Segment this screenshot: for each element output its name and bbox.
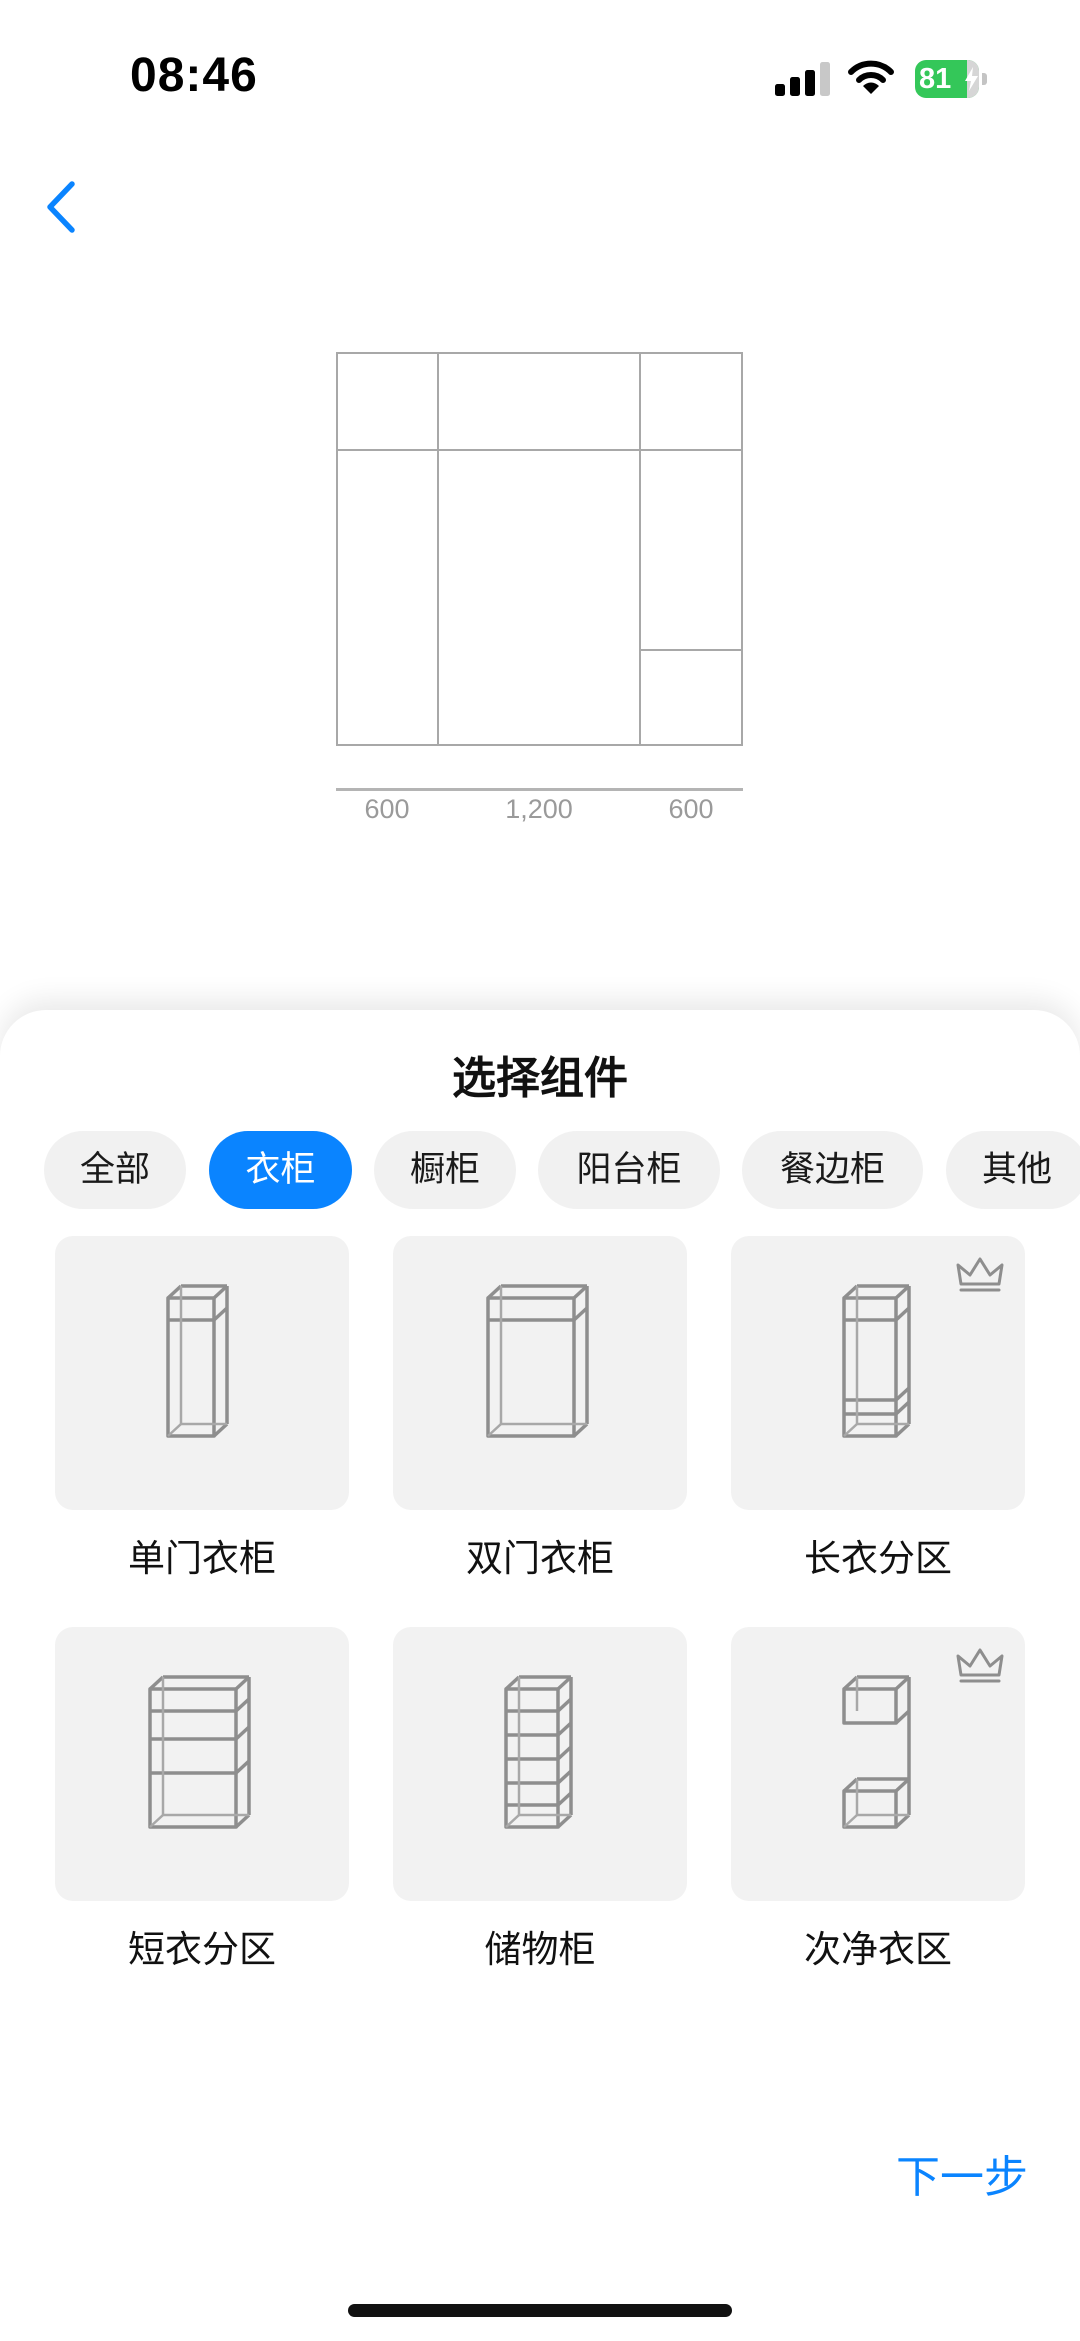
- component-picker-sheet: 选择组件 全部 衣柜 橱柜 阳台柜 餐边柜 其他 单门衣柜 双门衣柜 长衣分区 …: [0, 1010, 1080, 2341]
- battery-indicator: 81: [915, 60, 987, 98]
- component-item-short-clothes-section[interactable]: 短衣分区: [55, 1627, 349, 1971]
- component-card: [55, 1236, 349, 1510]
- crown-icon: [956, 1257, 1004, 1292]
- component-label: 短衣分区: [128, 1928, 276, 1971]
- wardrobe-preview: [336, 352, 743, 746]
- component-label: 长衣分区: [804, 1537, 952, 1580]
- dimension-label-left: 600: [364, 794, 410, 824]
- charging-bolt-icon: [965, 67, 978, 91]
- battery-cap: [982, 73, 987, 85]
- component-card: [393, 1627, 687, 1901]
- dimension-label-middle: 1,200: [505, 794, 573, 824]
- double-door-wardrobe-icon: [486, 1284, 589, 1438]
- tab-other[interactable]: 其他: [946, 1131, 1080, 1209]
- component-item-single-door-wardrobe[interactable]: 单门衣柜: [55, 1236, 349, 1580]
- component-card: [731, 1627, 1025, 1901]
- cabinet-outline: [336, 352, 743, 746]
- chevron-left-icon: [47, 181, 75, 233]
- component-card: [55, 1627, 349, 1901]
- battery-body: 81: [915, 60, 979, 98]
- wifi-icon: [848, 60, 894, 94]
- component-label: 储物柜: [484, 1928, 596, 1971]
- component-label: 双门衣柜: [466, 1537, 614, 1580]
- short-clothes-section-icon: [148, 1675, 251, 1829]
- component-item-storage-cabinet[interactable]: 储物柜: [393, 1627, 687, 1971]
- component-item-double-door-wardrobe[interactable]: 双门衣柜: [393, 1236, 687, 1580]
- single-door-wardrobe-icon: [166, 1284, 229, 1438]
- component-label: 次净衣区: [804, 1928, 952, 1971]
- sheet-title: 选择组件: [452, 1053, 628, 1104]
- dimension-label-right: 600: [668, 794, 714, 824]
- home-indicator[interactable]: [348, 2304, 732, 2317]
- dimension-bar: [336, 788, 743, 791]
- status-bar: 08:46 81: [0, 0, 1080, 150]
- battery-percent: 81: [919, 63, 952, 95]
- cellular-signal-icon: [775, 62, 830, 96]
- status-time: 08:46: [130, 49, 258, 102]
- cabinet-divider-vertical-right: [639, 352, 641, 746]
- cabinet-divider-vertical-left: [437, 352, 439, 746]
- category-tabs: 全部 衣柜 橱柜 阳台柜 餐边柜 其他: [0, 1120, 1080, 1210]
- cabinet-shelf-top: [336, 449, 743, 451]
- cabinet-shelf-right-lower: [639, 649, 743, 651]
- component-item-long-clothes-section[interactable]: 长衣分区: [731, 1236, 1025, 1580]
- next-step-button[interactable]: 下一步: [896, 2141, 1028, 2205]
- tab-sideboard[interactable]: 餐边柜: [742, 1131, 923, 1209]
- tab-wardrobe[interactable]: 衣柜: [209, 1131, 352, 1209]
- component-item-worn-clothes-section[interactable]: 次净衣区: [731, 1627, 1025, 1971]
- component-label: 单门衣柜: [128, 1537, 276, 1580]
- component-card: [393, 1236, 687, 1510]
- tab-all[interactable]: 全部: [44, 1131, 186, 1209]
- back-button[interactable]: [38, 176, 86, 238]
- tab-balcony-cabinet[interactable]: 阳台柜: [538, 1131, 720, 1209]
- component-card: [731, 1236, 1025, 1510]
- storage-cabinet-icon: [504, 1675, 573, 1829]
- crown-icon: [956, 1648, 1004, 1683]
- tab-kitchen-cabinet[interactable]: 橱柜: [374, 1131, 516, 1209]
